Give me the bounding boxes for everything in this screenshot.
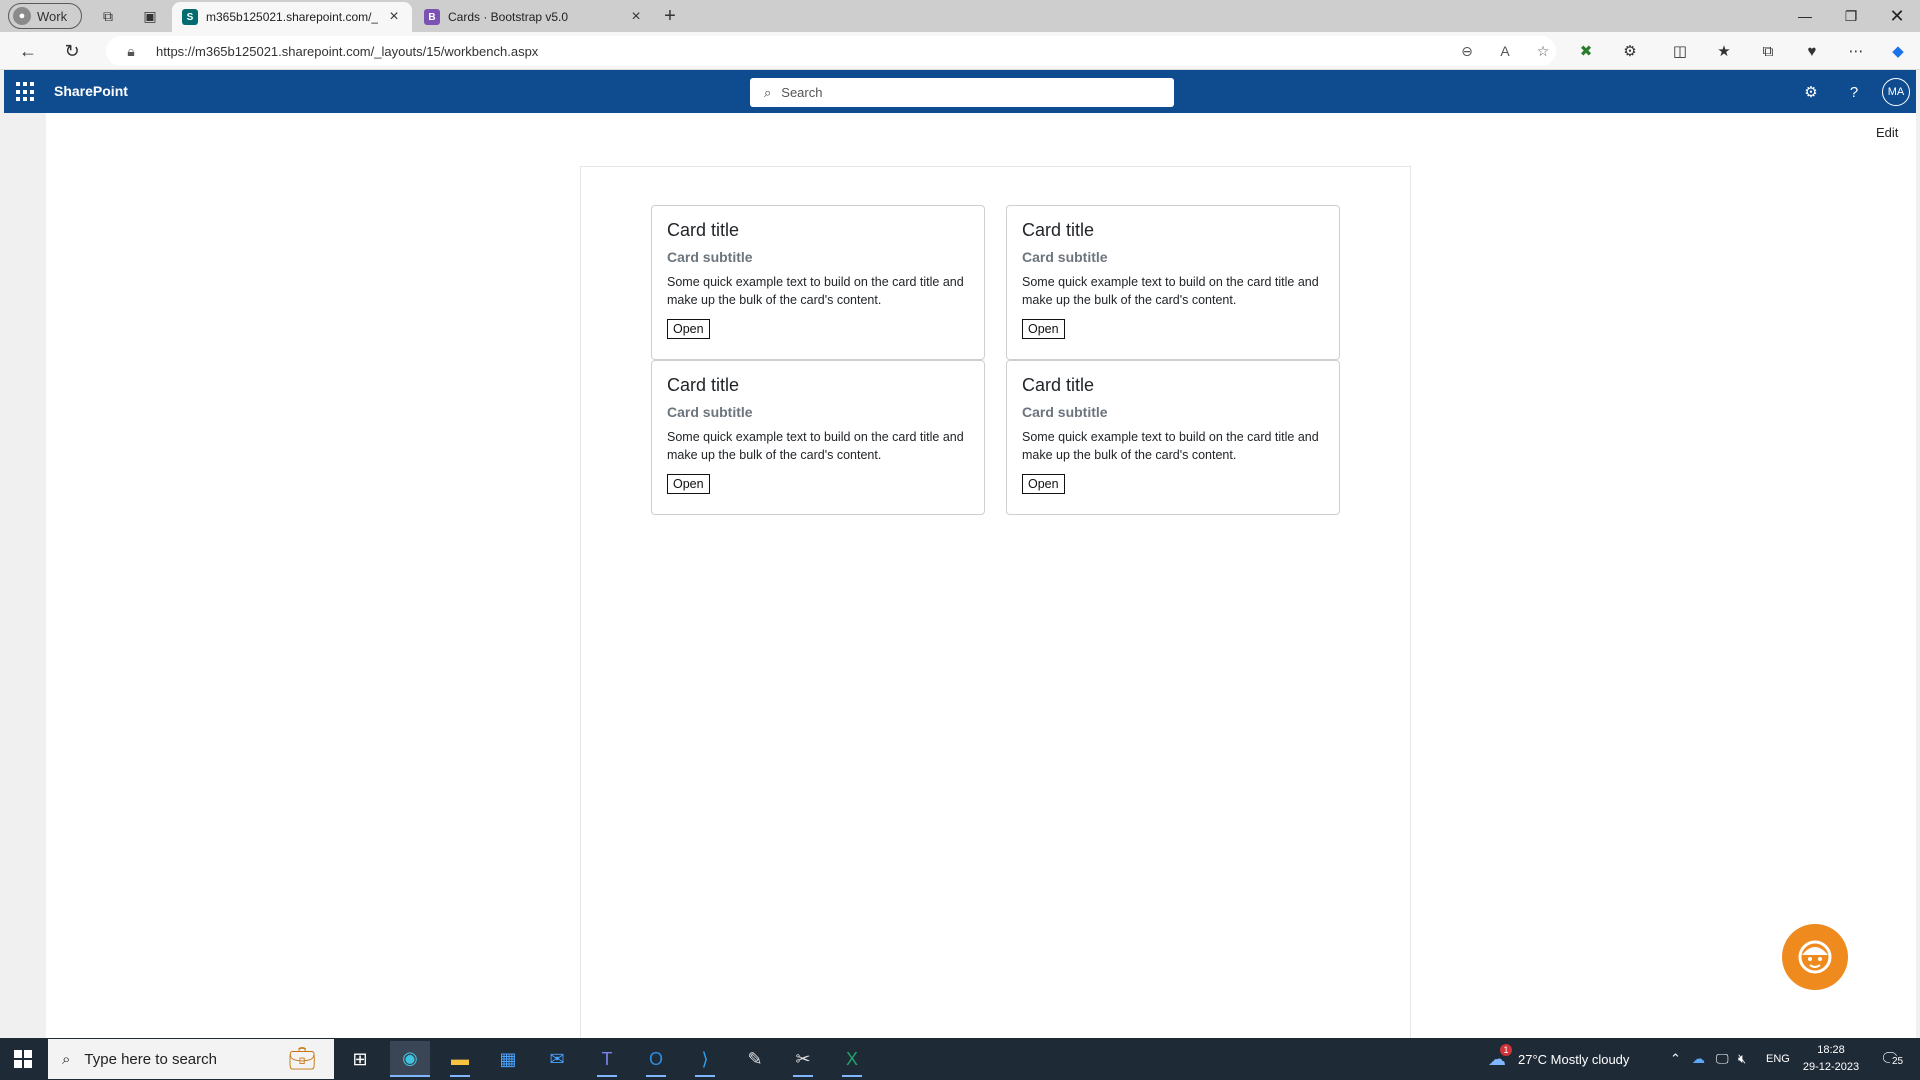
extensions-puzzle-icon[interactable]: ⚙: [1616, 39, 1644, 63]
restore-icon[interactable]: ❐: [1828, 0, 1874, 32]
sharepoint-brand[interactable]: SharePoint: [54, 83, 128, 99]
file-explorer-icon[interactable]: ▬: [440, 1041, 480, 1077]
copilot-icon[interactable]: ◆: [1884, 39, 1912, 63]
workbench-canvas: Card title Card subtitle Some quick exam…: [580, 166, 1411, 1038]
open-button[interactable]: Open: [667, 319, 710, 339]
more-options-icon[interactable]: ⋯: [1842, 39, 1870, 63]
card-title: Card title: [667, 375, 740, 395]
profile-icon: ●: [13, 7, 31, 25]
taskbar-search-box[interactable]: ⌕ Type here to search 💼︎: [48, 1039, 334, 1079]
windows-taskbar: ⌕ Type here to search 💼︎ ⊞ ◉ ▬ ▦ ✉ T O ⟩…: [0, 1038, 1920, 1080]
notifications-icon[interactable]: 🗨︎ 25: [1878, 1047, 1906, 1071]
show-hidden-icons-icon[interactable]: ⌃: [1670, 1038, 1681, 1080]
language-indicator[interactable]: ENG: [1766, 1038, 1790, 1080]
close-tab-icon[interactable]: ×: [386, 8, 402, 26]
card-text: Some quick example text to build on the …: [667, 430, 964, 462]
sharepoint-search-box[interactable]: ⌕ Search: [750, 78, 1174, 107]
windows-start-icon[interactable]: [8, 1047, 38, 1071]
taskbar-search-placeholder[interactable]: Type here to search: [84, 1051, 217, 1068]
search-icon: ⌕: [62, 1050, 71, 1068]
card-text: Some quick example text to build on the …: [1022, 430, 1319, 462]
card: Card title Card subtitle Some quick exam…: [651, 360, 985, 515]
open-button[interactable]: Open: [667, 474, 710, 494]
snipping-tool-icon[interactable]: ✂: [783, 1041, 823, 1077]
tab-actions-icon[interactable]: ▣: [136, 4, 164, 28]
card: Card title Card subtitle Some quick exam…: [651, 205, 985, 360]
card-text: Some quick example text to build on the …: [667, 275, 964, 307]
excel-icon[interactable]: X: [832, 1041, 872, 1077]
tab-label: Cards · Bootstrap v5.0: [448, 10, 569, 24]
volume-muted-icon[interactable]: 🔇︎: [1738, 1038, 1746, 1080]
paint-icon[interactable]: ✎: [735, 1041, 775, 1077]
notification-count: 25: [1890, 1056, 1906, 1067]
card-title: Card title: [667, 220, 740, 240]
user-avatar[interactable]: MA: [1882, 78, 1910, 106]
sharepoint-favicon-icon: S: [182, 9, 198, 25]
tab-sharepoint[interactable]: S m365b125021.sharepoint.com/_l ×: [172, 2, 412, 32]
url-text[interactable]: https://m365b125021.sharepoint.com/_layo…: [156, 44, 1442, 59]
network-icon[interactable]: 🖵︎: [1716, 1038, 1729, 1080]
favorite-star-icon[interactable]: ☆: [1530, 43, 1556, 60]
weather-badge: 1: [1500, 1044, 1512, 1056]
mail-icon[interactable]: ✉: [537, 1041, 577, 1077]
close-tab-icon[interactable]: ×: [628, 8, 644, 26]
help-icon[interactable]: ?: [1842, 80, 1866, 104]
onedrive-icon[interactable]: ☁: [1692, 1038, 1705, 1080]
browser-toolbar: ← ↻ 🔒︎ https://m365b125021.sharepoint.co…: [0, 32, 1920, 70]
weather-text: 27°C Mostly cloudy: [1518, 1051, 1630, 1067]
read-aloud-icon[interactable]: A: [1492, 43, 1518, 59]
address-bar[interactable]: 🔒︎ https://m365b125021.sharepoint.com/_l…: [106, 36, 1556, 66]
chat-helper-button[interactable]: [1782, 924, 1848, 990]
profile-button[interactable]: ● Work: [8, 3, 82, 29]
search-icon: ⌕: [764, 84, 772, 100]
microsoft-store-icon[interactable]: ▦: [488, 1041, 528, 1077]
clock-time: 18:28: [1817, 1044, 1845, 1056]
new-tab-icon[interactable]: +: [656, 4, 684, 28]
bootstrap-favicon-icon: B: [424, 9, 440, 25]
card: Card title Card subtitle Some quick exam…: [1006, 205, 1340, 360]
clock-date: 29-12-2023: [1802, 1061, 1860, 1073]
app-launcher-icon[interactable]: [16, 82, 36, 102]
settings-gear-icon[interactable]: ⚙: [1799, 80, 1823, 104]
vscode-icon[interactable]: ⟩: [685, 1041, 725, 1077]
card-subtitle: Card subtitle: [1022, 404, 1108, 420]
workspaces-icon[interactable]: ⧉: [94, 4, 122, 28]
edge-browser-icon[interactable]: ◉: [390, 1041, 430, 1077]
favorites-icon[interactable]: ★: [1710, 39, 1738, 63]
profile-label: Work: [37, 8, 68, 24]
tab-bootstrap-cards[interactable]: B Cards · Bootstrap v5.0 ×: [414, 2, 654, 32]
clock[interactable]: 18:28 29-12-2023: [1800, 1042, 1862, 1076]
collections-icon[interactable]: ⧉: [1754, 39, 1782, 63]
close-window-icon[interactable]: ✕: [1874, 0, 1920, 32]
open-button[interactable]: Open: [1022, 474, 1065, 494]
left-rail: [4, 113, 46, 1038]
card-subtitle: Card subtitle: [1022, 249, 1108, 265]
tab-label: m365b125021.sharepoint.com/_l: [206, 10, 378, 24]
card: Card title Card subtitle Some quick exam…: [1006, 360, 1340, 515]
browser-tab-strip: ● Work ⧉ ▣ S m365b125021.sharepoint.com/…: [0, 0, 1920, 32]
lock-icon[interactable]: 🔒︎: [118, 43, 144, 60]
teams-icon[interactable]: T: [587, 1041, 627, 1077]
split-screen-icon[interactable]: ◫: [1666, 39, 1694, 63]
edit-button[interactable]: Edit: [1876, 125, 1898, 140]
card-title: Card title: [1022, 375, 1095, 395]
briefcase-icon: 💼︎: [288, 1046, 316, 1071]
card-subtitle: Card subtitle: [667, 404, 753, 420]
minimize-icon[interactable]: —: [1782, 0, 1828, 32]
browser-essentials-icon[interactable]: ♥: [1798, 39, 1826, 63]
extension-icon[interactable]: ✖: [1572, 39, 1600, 63]
task-view-icon[interactable]: ⊞: [340, 1041, 380, 1077]
card-subtitle: Card subtitle: [667, 249, 753, 265]
refresh-icon[interactable]: ↻: [58, 39, 86, 63]
card-title: Card title: [1022, 220, 1095, 240]
weather-widget[interactable]: ☁ 1 27°C Mostly cloudy: [1488, 1038, 1629, 1080]
assistant-face-icon: [1798, 940, 1832, 974]
back-icon[interactable]: ←: [14, 39, 42, 63]
outlook-icon[interactable]: O: [636, 1041, 676, 1077]
open-button[interactable]: Open: [1022, 319, 1065, 339]
card-text: Some quick example text to build on the …: [1022, 275, 1319, 307]
search-placeholder[interactable]: Search: [781, 85, 822, 100]
zoom-icon[interactable]: ⊖: [1454, 43, 1480, 60]
sharepoint-suite-bar: SharePoint ⌕ Search ⚙ ? MA: [4, 70, 1916, 113]
